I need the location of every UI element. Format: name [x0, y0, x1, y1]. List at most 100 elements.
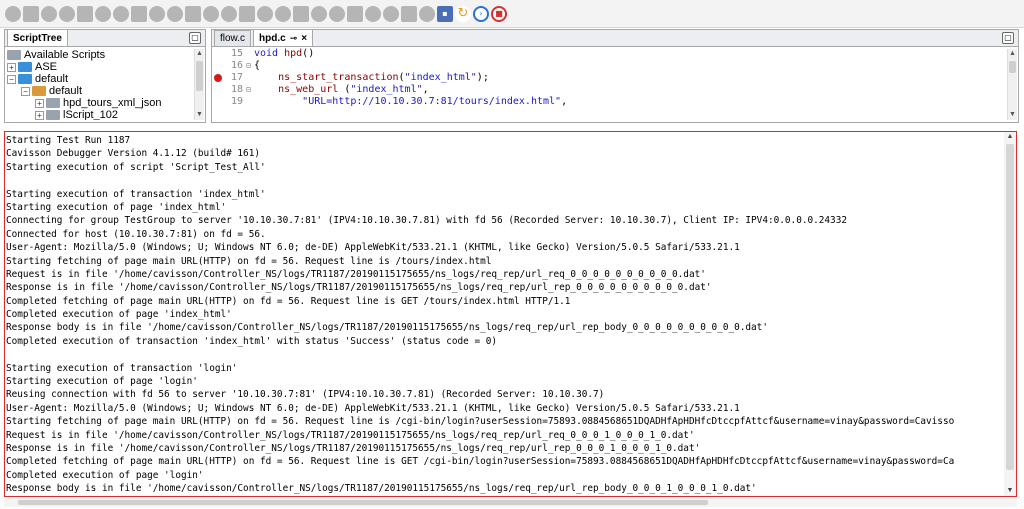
tab-hpd-c[interactable]: hpd.c ⊸ × [253, 29, 314, 46]
output-console[interactable]: Starting Test Run 1187 Cavisson Debugger … [4, 131, 1017, 497]
expand-icon[interactable]: + [7, 62, 16, 72]
code-editor[interactable]: 15 void hpd() 16 ⊟{17 ns_start_transaction(… [212, 48, 1006, 120]
gear-icon[interactable] [257, 5, 273, 22]
page-icon[interactable] [131, 5, 147, 22]
scroll-down-icon[interactable]: ▼ [1004, 486, 1016, 496]
tree-scrollbar[interactable]: ▲ ▼ [194, 49, 204, 120]
fold-icon[interactable]: ⊟ [246, 84, 254, 96]
output-line: Completed execution of page 'index_html' [6, 309, 232, 321]
copy-icon[interactable] [149, 5, 165, 22]
scroll-up-icon[interactable]: ▲ [1008, 49, 1017, 59]
scroll-thumb[interactable] [1006, 144, 1014, 470]
restore-editor-button[interactable]: ▢ [1002, 32, 1014, 44]
code-token: ( [338, 84, 351, 95]
record-icon[interactable] [293, 5, 309, 22]
scroll-up-icon[interactable]: ▲ [1004, 132, 1016, 142]
code-token: () [302, 48, 315, 59]
tag-icon[interactable] [221, 5, 237, 22]
monitor-icon[interactable] [365, 5, 381, 22]
restore-panel-button[interactable]: ▢ [189, 32, 201, 44]
tree-item[interactable]: + hpd_tours_xml_json [7, 97, 193, 109]
output-line: Completed fetching of page main URL(HTTP… [6, 456, 955, 468]
comment-icon[interactable] [95, 5, 111, 22]
output-line: Reusing connection with fd 56 to server … [6, 389, 605, 401]
output-line: Response is in file '/home/cavisson/Cont… [6, 442, 701, 454]
puzzle-icon[interactable] [239, 5, 255, 22]
next-icon[interactable]: › [473, 5, 489, 22]
breakpoint-icon[interactable] [214, 74, 222, 82]
scroll-up-icon[interactable]: ▲ [195, 49, 204, 59]
download-icon[interactable] [167, 5, 183, 22]
tab-flow-c[interactable]: flow.c [214, 30, 252, 46]
editor-tabbar: flow.c hpd.c ⊸ × [212, 29, 1018, 47]
tree-item[interactable]: Available Scripts [7, 49, 193, 61]
person-icon[interactable] [419, 5, 435, 22]
folder-icon [18, 74, 32, 84]
code-token: , [561, 96, 568, 107]
network-icon[interactable] [275, 5, 291, 22]
edit-icon[interactable] [347, 5, 363, 22]
stop-record-icon[interactable] [311, 5, 327, 22]
editor-scrollbar[interactable]: ▲ ▼ [1007, 49, 1017, 120]
save-icon[interactable]: ▪ [437, 5, 453, 22]
collapse-icon[interactable]: − [21, 86, 30, 96]
output-scrollbar[interactable]: ▲ ▼ [1004, 132, 1016, 496]
folder-icon [32, 86, 46, 96]
code-line[interactable]: 16 ⊟{ [212, 60, 1006, 72]
tab-label: hpd.c [259, 32, 286, 44]
import-icon[interactable] [401, 5, 417, 22]
stop-icon[interactable]: ■ [491, 5, 507, 22]
scroll-thumb[interactable] [1009, 61, 1016, 73]
scroll-down-icon[interactable]: ▼ [195, 110, 204, 120]
close-icon[interactable]: × [301, 31, 307, 46]
output-line: Response body is in file '/home/cavisson… [6, 483, 757, 495]
output-text: Starting Test Run 1187 Cavisson Debugger … [6, 134, 1000, 496]
tree-item[interactable]: − default [7, 85, 193, 97]
output-line: Starting fetching of page main URL(HTTP)… [6, 416, 955, 428]
tree-item[interactable]: + ASE [7, 61, 193, 73]
pin-icon[interactable]: ⊸ [290, 31, 298, 46]
line-number: 16 [230, 60, 243, 71]
code-line[interactable]: 15 void hpd() [212, 48, 1006, 60]
scroll-down-icon[interactable]: ▼ [1008, 110, 1017, 120]
script-tree: Available Scripts + ASE − default − default + hp… [7, 49, 193, 120]
refresh-icon[interactable]: ↻ [455, 5, 471, 22]
output-line: Completed fetching of page main URL(HTTP… [6, 295, 571, 307]
resume-icon[interactable] [77, 5, 93, 22]
export-icon[interactable] [383, 5, 399, 22]
debug-icon[interactable] [23, 5, 39, 22]
collapse-icon[interactable]: − [7, 74, 16, 84]
code-token: void [254, 48, 285, 59]
line-number: 17 [212, 72, 246, 84]
output-line: Request is in file '/home/cavisson/Contr… [6, 429, 695, 441]
grid-icon[interactable] [329, 5, 345, 22]
run-icon[interactable] [5, 5, 21, 22]
expand-icon[interactable]: + [35, 110, 44, 120]
line-number: 19 [230, 96, 243, 107]
tree-item[interactable]: + lScript_102 [7, 109, 193, 120]
folder-icon [46, 110, 60, 120]
fold-icon[interactable]: ⊟ [246, 60, 254, 72]
step-icon[interactable] [41, 5, 57, 22]
tree-item-label: Available Scripts [24, 49, 106, 61]
output-line: Completed execution of page 'login' [6, 469, 204, 481]
pause-icon[interactable] [59, 5, 75, 22]
code-line[interactable]: 17 ns_start_transaction("index_html"); [212, 72, 1006, 84]
code-token: "index_html" [404, 72, 477, 83]
expand-icon[interactable]: + [35, 98, 44, 108]
output-hscrollbar[interactable] [4, 498, 1017, 507]
upload-icon[interactable] [185, 5, 201, 22]
tab-scripttree[interactable]: ScriptTree [7, 29, 68, 46]
code-line[interactable]: 19 "URL=http://10.10.30.7:81/tours/index… [212, 96, 1006, 108]
hscroll-thumb[interactable] [18, 500, 708, 505]
code-line[interactable]: 18 ⊟ ns_web_url ("index_html", [212, 84, 1006, 96]
output-line: Starting execution of script 'Script_Tes… [6, 161, 266, 173]
tree-item[interactable]: − default [7, 73, 193, 85]
toolbar: ▪ ↻ › ■ [0, 0, 1024, 28]
link-icon[interactable] [203, 5, 219, 22]
bookmark-icon[interactable] [113, 5, 129, 22]
scroll-thumb[interactable] [196, 61, 203, 91]
